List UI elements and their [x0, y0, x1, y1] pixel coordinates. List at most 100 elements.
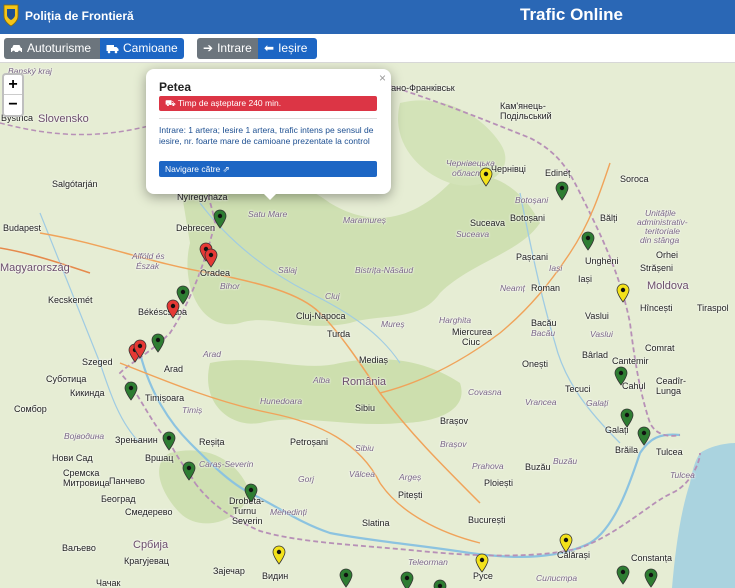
- map-label: Neamț: [500, 283, 526, 293]
- red-marker-icon[interactable]: [204, 248, 218, 268]
- coat-of-arms-logo: [3, 4, 19, 27]
- green-marker-icon[interactable]: [182, 461, 196, 481]
- map-label: Pașcani: [516, 252, 549, 262]
- map-label: Сремска: [63, 468, 100, 478]
- map-label: Cluj-Napoca: [296, 311, 346, 321]
- trucks-button[interactable]: Camioane: [100, 38, 184, 59]
- truck-icon: ⛟: [165, 98, 176, 108]
- map-label: Чачак: [96, 578, 121, 588]
- entry-button[interactable]: ➔ Intrare: [197, 38, 258, 59]
- map-label: Hunedoara: [260, 396, 303, 406]
- map-label: Brașov: [440, 416, 469, 426]
- map-label: Petroșani: [290, 437, 329, 447]
- map-label: Sibiu: [355, 443, 374, 453]
- green-marker-icon[interactable]: [614, 366, 628, 386]
- map-label: Cluj: [325, 291, 340, 301]
- map-label: Maramureș: [343, 215, 386, 225]
- cars-label: Autoturisme: [27, 41, 92, 55]
- map-label: Budapest: [3, 223, 42, 233]
- green-marker-icon[interactable]: [620, 408, 634, 428]
- map-label: Зајечар: [213, 566, 245, 576]
- green-marker-icon[interactable]: [555, 181, 569, 201]
- map-label: Чернівці: [491, 164, 526, 174]
- zoom-out-button[interactable]: −: [4, 95, 22, 115]
- map-label: București: [468, 515, 506, 525]
- map-label: Arad: [203, 349, 221, 359]
- map-label: din stânga: [640, 235, 680, 245]
- green-marker-icon[interactable]: [339, 568, 353, 588]
- map-label: Harghita: [439, 315, 472, 325]
- cars-button[interactable]: Autoturisme: [4, 38, 100, 59]
- wait-time-badge: ⛟ Timp de așteptare 240 min.: [159, 96, 377, 111]
- map-label: Tecuci: [565, 384, 591, 394]
- map-label: Vaslui: [585, 311, 609, 321]
- yellow-marker-icon[interactable]: [475, 553, 489, 573]
- map-label: Debrecen: [176, 223, 216, 233]
- green-marker-icon[interactable]: [616, 565, 630, 585]
- traffic-map[interactable]: Banský kraj Slovensko Bystrica Salgótarj…: [0, 63, 735, 588]
- green-marker-icon[interactable]: [637, 426, 651, 446]
- map-label: Prahova: [472, 461, 504, 471]
- direction-toggle: ➔ Intrare ⬅ Ieșire: [197, 38, 317, 59]
- green-marker-icon[interactable]: [124, 381, 138, 401]
- map-label: Edineț: [545, 168, 571, 178]
- map-label: Reșița: [199, 437, 225, 447]
- popup-description: Intrare: 1 artera; Iesire 1 artera, traf…: [159, 125, 374, 146]
- map-label: Mediaș: [359, 355, 389, 365]
- map-label: Tulcea: [670, 470, 695, 480]
- map-label: Argeș: [399, 472, 422, 482]
- navigate-button[interactable]: Navigare către ⇗: [159, 161, 377, 177]
- map-label: Satu Mare: [248, 209, 288, 219]
- map-label: Lunga: [656, 386, 682, 396]
- map-label: Soroca: [620, 174, 649, 184]
- map-label: Панчево: [109, 476, 145, 486]
- map-label: Pitești: [398, 490, 423, 500]
- yellow-marker-icon[interactable]: [616, 283, 630, 303]
- map-label: Vâlcea: [349, 469, 375, 479]
- map-label: Іванo-Франківськ: [384, 83, 455, 93]
- arrow-left-icon: ⬅: [264, 41, 275, 55]
- green-marker-icon[interactable]: [151, 333, 165, 353]
- map-label: Strășeni: [640, 263, 674, 273]
- map-label: Roman: [531, 283, 561, 293]
- map-label: Gorj: [298, 474, 315, 484]
- map-label: Tulcea: [656, 447, 683, 457]
- yellow-marker-icon[interactable]: [559, 533, 573, 553]
- exit-button[interactable]: ⬅ Ieșire: [258, 38, 317, 59]
- external-link-icon: ⇗: [222, 164, 230, 174]
- map-label: Tiraspol: [697, 303, 729, 313]
- map-label: Ваљево: [62, 543, 96, 553]
- zoom-in-button[interactable]: +: [4, 75, 22, 95]
- green-marker-icon[interactable]: [433, 579, 447, 588]
- map-label: Vaslui: [590, 329, 613, 339]
- map-label: Hîncești: [640, 303, 673, 313]
- close-icon[interactable]: ×: [379, 71, 386, 85]
- map-label: Buzău: [553, 456, 578, 466]
- green-marker-icon[interactable]: [400, 571, 414, 588]
- map-label: Подільський: [500, 111, 552, 121]
- brand-name[interactable]: Poliția de Frontieră: [25, 9, 134, 23]
- green-marker-icon[interactable]: [213, 209, 227, 229]
- red-marker-icon[interactable]: [166, 299, 180, 319]
- yellow-marker-icon[interactable]: [272, 545, 286, 565]
- yellow-marker-icon[interactable]: [479, 167, 493, 187]
- map-label: Timiș: [182, 405, 203, 415]
- map-label: Sibiu: [355, 403, 376, 413]
- green-marker-icon[interactable]: [162, 431, 176, 451]
- green-marker-icon[interactable]: [581, 231, 595, 251]
- map-label: Sălaj: [278, 265, 297, 275]
- map-label-country: Magyarország: [0, 262, 70, 274]
- red-marker-icon[interactable]: [133, 339, 147, 359]
- map-label: Кам'янець-: [500, 101, 546, 111]
- map-label-country: România: [342, 376, 387, 388]
- map-label: Galați: [586, 398, 609, 408]
- map-label: Brașov: [440, 439, 467, 449]
- map-label: Észak: [136, 261, 160, 271]
- green-marker-icon[interactable]: [244, 483, 258, 503]
- map-label: Salgótarján: [52, 179, 98, 189]
- map-label: Iași: [549, 263, 563, 273]
- map-label: Bălți: [600, 213, 618, 223]
- map-label: Bacău: [531, 328, 556, 338]
- green-marker-icon[interactable]: [644, 568, 658, 588]
- map-label: Brăila: [615, 445, 639, 455]
